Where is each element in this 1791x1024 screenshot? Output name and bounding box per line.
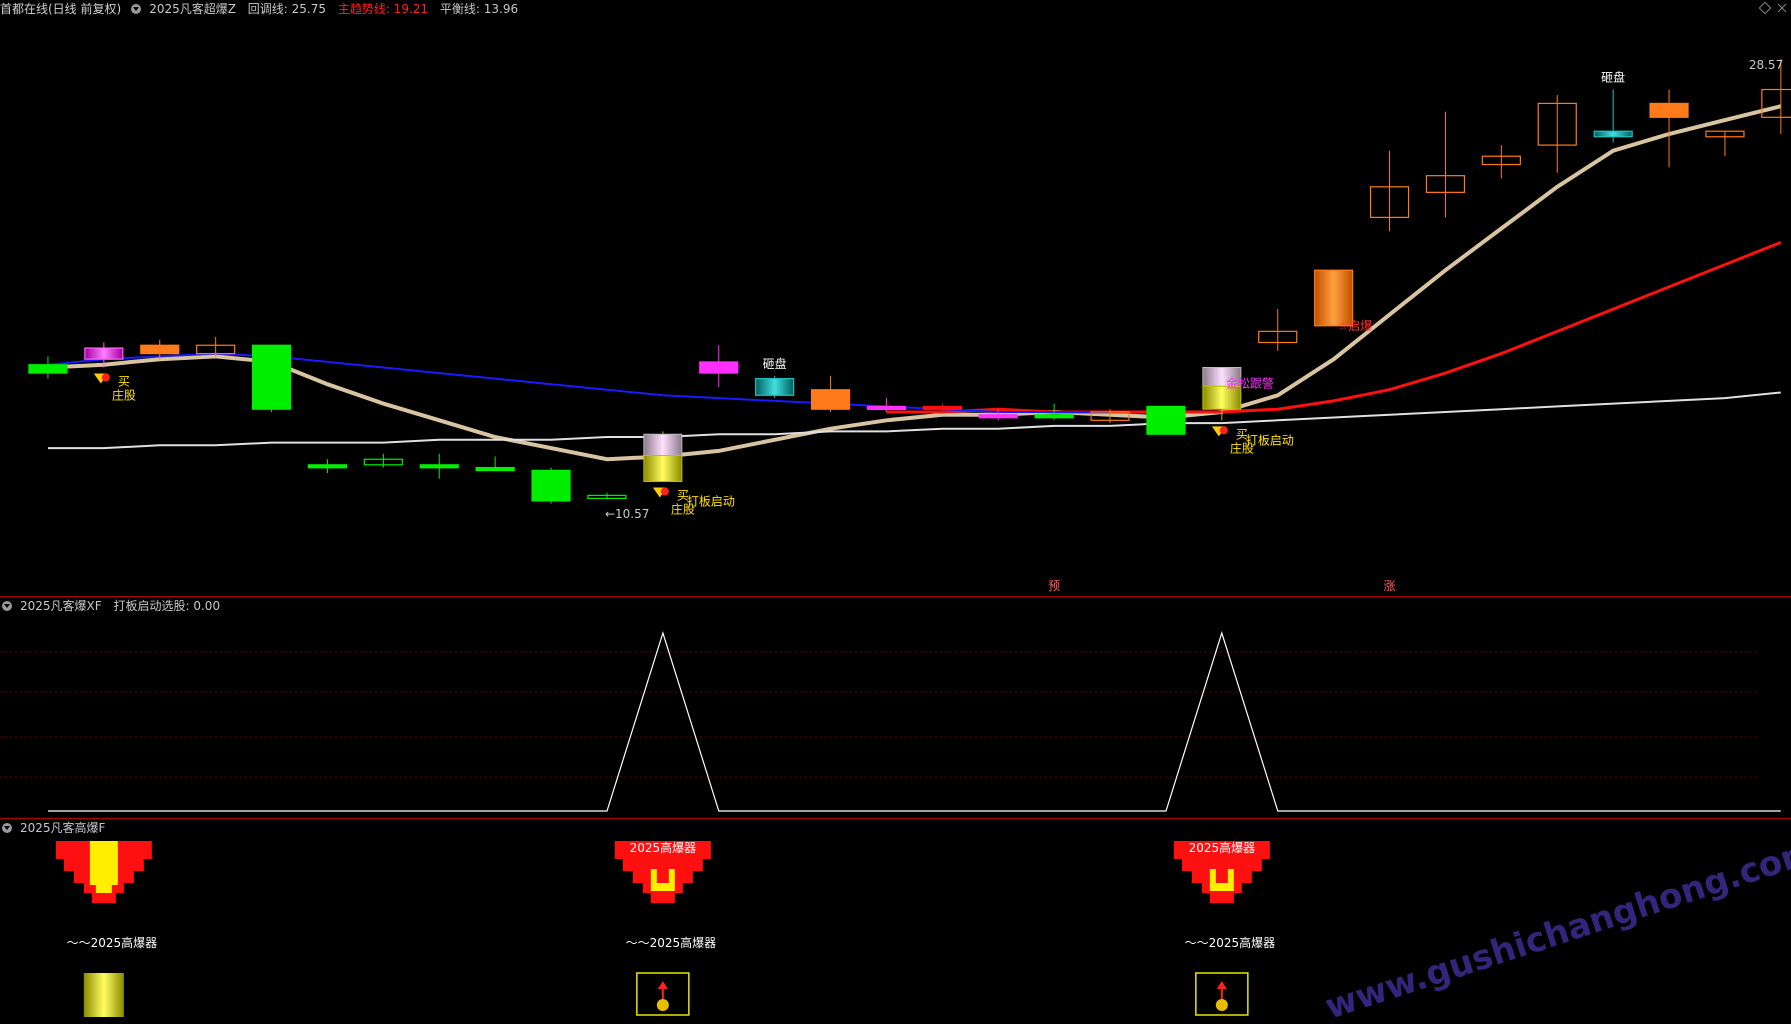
candle-body bbox=[307, 464, 348, 469]
annotation-label: 砸盘 bbox=[1601, 70, 1625, 85]
burst-signal: 2025高爆器 ～～2025高爆器 bbox=[1173, 840, 1276, 1016]
candle bbox=[363, 453, 403, 468]
candle-body bbox=[140, 344, 180, 355]
candle-body bbox=[699, 361, 739, 374]
annotation-label: 预 bbox=[1048, 579, 1060, 593]
line-主趋势线 bbox=[886, 241, 1782, 414]
candle-body bbox=[419, 464, 459, 469]
signal-panel[interactable]: 2025凡客爆XF 打板启动选股: 0.00 bbox=[0, 597, 1791, 818]
candle-body bbox=[1146, 405, 1186, 435]
money-bag-icon bbox=[656, 999, 669, 1011]
candle-body bbox=[978, 414, 1018, 419]
shield-block bbox=[91, 893, 116, 903]
main-chart-svg[interactable]: 砸盘砸盘☆启爆金松跟警买庄股买打板启动庄股买打板启动庄股←10.5728.57预… bbox=[0, 0, 1791, 596]
shield-core bbox=[89, 841, 118, 885]
candle-body bbox=[810, 389, 851, 410]
candle bbox=[531, 467, 571, 504]
money-bag-icon bbox=[1215, 999, 1228, 1011]
line-平衡线 bbox=[48, 391, 1781, 450]
candle-body bbox=[866, 405, 907, 411]
annotation-label: 庄股 bbox=[112, 388, 136, 403]
annotation-label: ←10.57 bbox=[605, 507, 649, 521]
shield-core bbox=[95, 885, 112, 893]
bottom-pillar bbox=[83, 973, 124, 1017]
burst-label: ～～2025高爆器 bbox=[67, 935, 158, 950]
candle bbox=[307, 459, 348, 474]
burst-chart-svg[interactable]: ～～2025高爆器 2025高爆器 ～～2025高爆器 2025高爆器 ～～2025高爆… bbox=[0, 819, 1791, 1024]
annotation-label: 涨 bbox=[1384, 578, 1396, 593]
candle-body bbox=[28, 364, 68, 374]
burst-label: ～～2025高爆器 bbox=[1185, 935, 1276, 950]
candle bbox=[587, 492, 627, 499]
burst-panel[interactable]: 2025凡客高爆F ～～2025高爆器 2025高爆器 ～～2025高爆器 2025高… bbox=[0, 819, 1791, 1024]
burst-signal: ～～2025高爆器 bbox=[55, 841, 158, 1017]
shield-core-cut bbox=[656, 869, 669, 883]
candle bbox=[1593, 89, 1633, 143]
annotation-label: 28.57 bbox=[1749, 58, 1783, 72]
burst-top-label: 2025高爆器 bbox=[630, 840, 697, 855]
candle-body bbox=[1649, 102, 1689, 118]
candle bbox=[251, 344, 292, 412]
candle-body bbox=[84, 347, 124, 360]
arrow-up-icon bbox=[1216, 981, 1227, 989]
candle bbox=[475, 456, 515, 472]
candle bbox=[755, 375, 795, 399]
candle-body bbox=[1314, 269, 1354, 327]
burst-label: ～～2025高爆器 bbox=[626, 935, 717, 950]
candle bbox=[1314, 269, 1354, 327]
annotation-label: 金松跟警 bbox=[1226, 376, 1274, 391]
candle bbox=[643, 431, 683, 482]
line-blue bbox=[47, 352, 1110, 413]
candle-body bbox=[1761, 88, 1791, 118]
main-chart-panel[interactable]: 首都在线(日线 前复权) 2025凡客超爆Z 回调线: 25.75 主趋势线: 1… bbox=[0, 0, 1791, 596]
candle bbox=[28, 356, 68, 379]
annotation-label: 庄股 bbox=[671, 501, 695, 516]
candle-body bbox=[531, 469, 571, 502]
burst-signal: 2025高爆器 ～～2025高爆器 bbox=[614, 840, 717, 1016]
candle bbox=[1425, 111, 1466, 218]
candle bbox=[196, 336, 236, 357]
buy-dot-icon bbox=[1219, 426, 1228, 435]
buy-dot-icon bbox=[101, 373, 110, 382]
annotation-label: 买 bbox=[118, 375, 130, 389]
candle-body bbox=[251, 344, 292, 410]
candle bbox=[810, 375, 851, 412]
candle-body bbox=[643, 454, 683, 482]
candle-body-top bbox=[643, 433, 683, 456]
candle-body bbox=[922, 405, 962, 411]
candle bbox=[1258, 309, 1298, 351]
buy-dot-icon bbox=[660, 487, 669, 496]
annotation-label: ☆启爆 bbox=[1338, 319, 1373, 333]
candle bbox=[699, 345, 739, 387]
candle bbox=[1369, 150, 1410, 232]
candle-body bbox=[1593, 130, 1633, 138]
signal-chart-svg[interactable] bbox=[0, 597, 1791, 818]
candle bbox=[1146, 405, 1186, 435]
candle bbox=[1537, 95, 1577, 173]
burst-top-label: 2025高爆器 bbox=[1189, 840, 1256, 855]
candle bbox=[1481, 145, 1521, 179]
watermark-text: www.gushichanghong.com bbox=[1320, 831, 1791, 1024]
signal-line bbox=[48, 630, 1781, 812]
shield-core-cut bbox=[1215, 869, 1228, 883]
candle bbox=[1705, 130, 1745, 157]
candle-body bbox=[475, 466, 515, 472]
candle bbox=[419, 453, 459, 479]
annotation-label: 庄股 bbox=[1230, 440, 1254, 455]
shield-block bbox=[1209, 893, 1234, 903]
candle-body bbox=[1034, 414, 1074, 419]
annotation-label: 砸盘 bbox=[763, 356, 787, 371]
arrow-up-icon bbox=[657, 981, 668, 989]
shield-block bbox=[650, 893, 675, 903]
candle bbox=[1649, 89, 1689, 168]
candle-body bbox=[755, 378, 795, 396]
diamond-icon bbox=[1758, 1, 1772, 15]
